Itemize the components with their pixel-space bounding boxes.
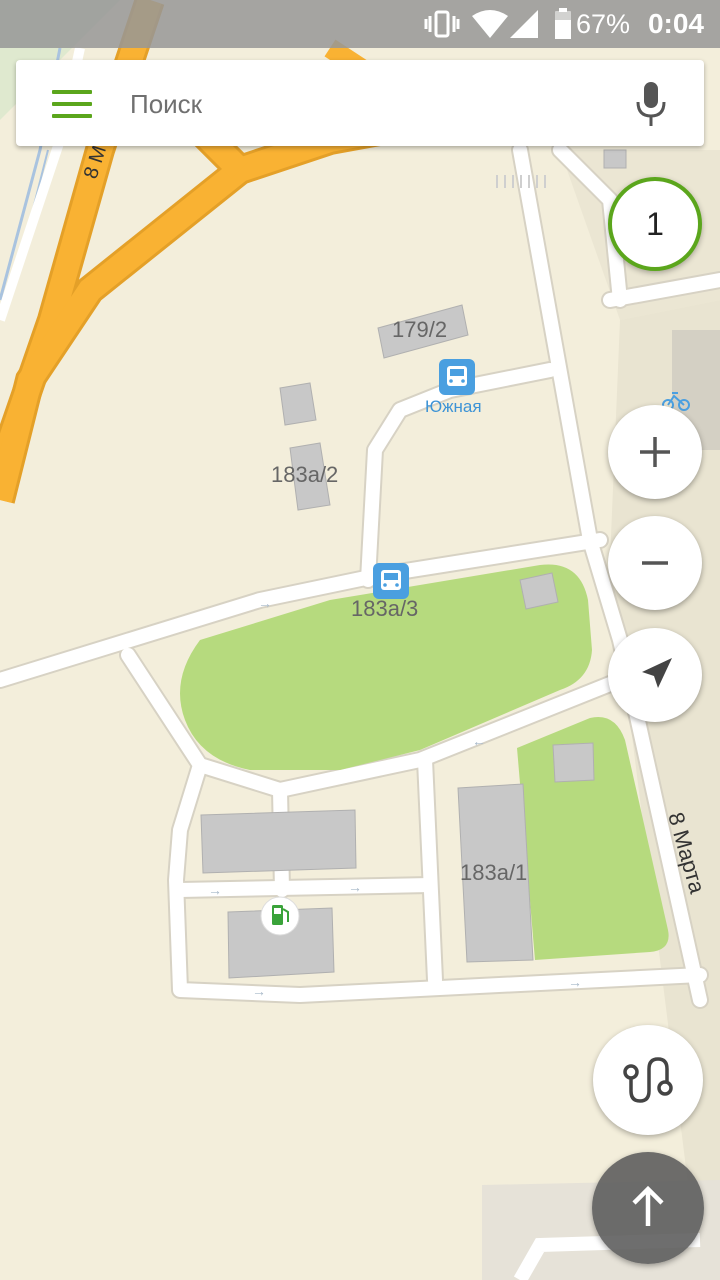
building-label-183a-1: 183а/1 [460, 860, 527, 885]
building-label-179-2: 179/2 [392, 317, 447, 342]
bus-stop-label-yuzhnaya: Южная [425, 397, 482, 416]
wifi-icon [472, 10, 508, 38]
microphone-icon[interactable] [634, 82, 668, 126]
zoom-in-button[interactable] [608, 405, 702, 499]
search-input[interactable] [128, 80, 582, 128]
hamburger-menu-icon[interactable] [52, 90, 92, 118]
bus-stop-icon[interactable] [373, 563, 409, 599]
zoom-out-button[interactable] [608, 516, 702, 610]
arrow-up-icon [632, 1185, 664, 1226]
svg-text:←: ← [472, 733, 486, 749]
search-bar [16, 60, 704, 146]
route-icon [623, 1057, 673, 1103]
plus-icon [640, 437, 670, 467]
bus-stop-icon[interactable] [439, 359, 475, 395]
expand-panel-button[interactable] [592, 1152, 704, 1264]
svg-text:→: → [568, 974, 582, 990]
svg-text:→: → [258, 595, 272, 611]
minus-icon [642, 561, 668, 565]
building-label-183a-3: 183а/3 [351, 596, 418, 621]
svg-text:→: → [348, 879, 362, 895]
gas-station-icon[interactable] [260, 896, 300, 936]
cell-signal-icon [510, 10, 538, 38]
battery-icon [555, 8, 571, 39]
clock-time: 0:04 [647, 8, 704, 39]
battery-percentage: 67% [575, 9, 630, 39]
svg-text:→: → [208, 882, 222, 898]
route-button[interactable] [593, 1025, 703, 1135]
traffic-level-value: 1 [646, 206, 664, 242]
status-bar: 67% 0:04 [0, 0, 720, 48]
svg-text:→: → [252, 983, 266, 999]
traffic-level-button[interactable]: 1 [608, 177, 702, 271]
vibrate-icon [424, 10, 460, 38]
my-location-button[interactable] [608, 628, 702, 722]
navigation-arrow-icon [642, 658, 672, 688]
building-label-183a-2: 183а/2 [271, 462, 338, 487]
